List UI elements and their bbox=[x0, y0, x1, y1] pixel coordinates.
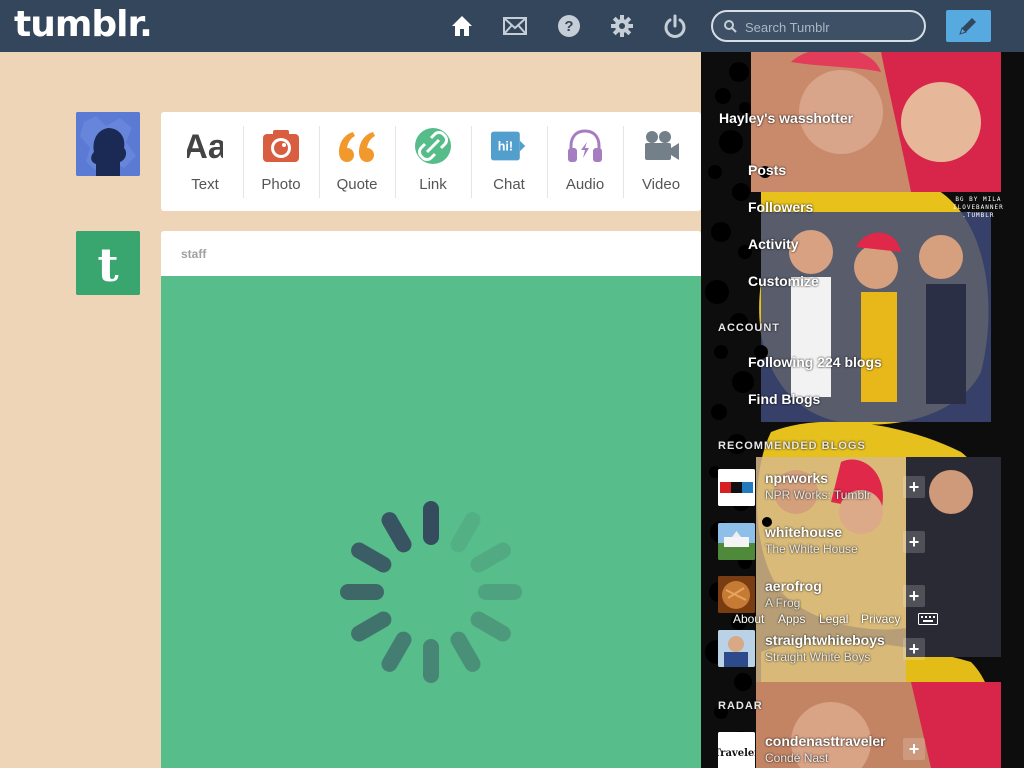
blog-name[interactable]: straightwhiteboys bbox=[765, 632, 885, 648]
post-type-video[interactable]: Video bbox=[623, 112, 699, 211]
portrait-photo bbox=[718, 630, 755, 667]
video-camera-icon bbox=[645, 131, 679, 160]
sidebar-item-find-blogs[interactable]: Find Blogs bbox=[748, 391, 820, 407]
post-type-quote[interactable]: Quote bbox=[319, 112, 395, 211]
radar-heading: RADAR bbox=[718, 700, 763, 712]
settings-icon[interactable] bbox=[609, 13, 635, 39]
search-box[interactable] bbox=[711, 10, 926, 42]
link-icon bbox=[415, 128, 451, 164]
home-icon[interactable] bbox=[449, 13, 475, 39]
sidebar-blog-name[interactable]: Hayley's wasshotter bbox=[719, 110, 853, 126]
svg-text:Traveler: Traveler bbox=[718, 748, 755, 759]
dashboard-post: staff bbox=[161, 231, 701, 768]
search-icon bbox=[724, 20, 737, 33]
post-type-label: Photo bbox=[261, 176, 301, 193]
sidebar-item-posts[interactable]: Posts bbox=[748, 162, 786, 178]
post-type-text[interactable]: Aa Text bbox=[167, 112, 243, 211]
compose-button[interactable] bbox=[946, 10, 991, 42]
follow-plus-button[interactable]: + bbox=[903, 585, 925, 607]
account-heading: ACCOUNT bbox=[718, 322, 780, 334]
blog-name[interactable]: nprworks bbox=[765, 470, 828, 486]
post-type-link[interactable]: Link bbox=[395, 112, 471, 211]
post-type-label: Chat bbox=[493, 176, 525, 193]
sidebar: BG BY MILA ILOVEBANNER .TUMBLR Hayley's … bbox=[701, 52, 1024, 768]
footer-link-privacy[interactable]: Privacy bbox=[861, 612, 900, 626]
footer-link-about[interactable]: About bbox=[733, 612, 764, 626]
blog-thumb-straightwhiteboys[interactable] bbox=[718, 630, 755, 667]
sidebar-item-following[interactable]: Following 224 blogs bbox=[748, 354, 882, 370]
top-navbar: tumblr. ? bbox=[0, 0, 1024, 52]
blog-subtitle: The White House bbox=[765, 542, 858, 556]
blog-subtitle: A Frog bbox=[765, 596, 801, 610]
headphones-icon bbox=[568, 129, 602, 162]
post-type-label: Video bbox=[641, 176, 681, 193]
chat-icon: hi! bbox=[491, 131, 526, 161]
post-type-bar: Aa Text Photo Quote Link hi! Chat Audio … bbox=[161, 112, 701, 211]
follow-plus-button[interactable]: + bbox=[903, 476, 925, 498]
blog-name[interactable]: condenasttraveler bbox=[765, 733, 886, 749]
follow-plus-button[interactable]: + bbox=[903, 738, 925, 760]
camera-icon bbox=[263, 130, 299, 162]
search-input[interactable] bbox=[745, 18, 915, 36]
footer-link-legal[interactable]: Legal bbox=[819, 612, 848, 626]
blog-thumb-condenast[interactable]: Traveler bbox=[718, 732, 755, 768]
sidebar-item-followers[interactable]: Followers bbox=[748, 199, 813, 215]
user-avatar[interactable] bbox=[76, 112, 140, 176]
post-type-photo[interactable]: Photo bbox=[243, 112, 319, 211]
npr-logo bbox=[718, 469, 755, 506]
post-type-audio[interactable]: Audio bbox=[547, 112, 623, 211]
post-type-label: Text bbox=[191, 176, 219, 193]
whitehouse-photo bbox=[718, 523, 755, 560]
svg-text:Aa: Aa bbox=[187, 128, 223, 164]
post-type-label: Quote bbox=[336, 176, 378, 193]
help-icon[interactable]: ? bbox=[556, 13, 582, 39]
pencil-icon bbox=[959, 18, 976, 35]
svg-text:?: ? bbox=[564, 18, 573, 35]
post-type-chat[interactable]: hi! Chat bbox=[471, 112, 547, 211]
tumblr-t-icon: t bbox=[76, 231, 140, 295]
sidebar-item-activity[interactable]: Activity bbox=[748, 236, 799, 252]
svg-text:t: t bbox=[97, 238, 119, 292]
blog-subtitle: NPR Works: Tumblr bbox=[765, 488, 871, 502]
staff-avatar[interactable]: t bbox=[76, 231, 140, 295]
blog-subtitle: Straight White Boys bbox=[765, 650, 871, 664]
post-type-label: Link bbox=[419, 176, 447, 193]
keyboard-icon[interactable] bbox=[918, 613, 938, 625]
text-icon: Aa bbox=[187, 128, 223, 164]
blog-subtitle: Condé Nast bbox=[765, 751, 829, 765]
tumblr-logo[interactable]: tumblr. bbox=[14, 4, 153, 45]
background-credit: BG BY MILA ILOVEBANNER .TUMBLR bbox=[953, 196, 1004, 219]
loading-spinner-icon bbox=[340, 501, 522, 683]
follow-plus-button[interactable]: + bbox=[903, 638, 925, 660]
blog-name[interactable]: whitehouse bbox=[765, 524, 842, 540]
blog-thumb-npr[interactable] bbox=[718, 469, 755, 506]
mail-icon[interactable] bbox=[502, 13, 528, 39]
default-avatar-silhouette bbox=[76, 112, 140, 176]
blog-thumb-aerofrog[interactable] bbox=[718, 576, 755, 613]
svg-text:hi!: hi! bbox=[498, 140, 513, 154]
post-media[interactable] bbox=[161, 276, 701, 768]
blog-thumb-whitehouse[interactable] bbox=[718, 523, 755, 560]
follow-plus-button[interactable]: + bbox=[903, 531, 925, 553]
quote-icon bbox=[339, 132, 375, 162]
traveler-logo: Traveler bbox=[718, 732, 755, 768]
footer-link-apps[interactable]: Apps bbox=[778, 612, 805, 626]
post-author[interactable]: staff bbox=[181, 247, 206, 261]
recommended-heading: RECOMMENDED BLOGS bbox=[718, 440, 866, 452]
blog-name[interactable]: aerofrog bbox=[765, 578, 822, 594]
bread-photo bbox=[718, 576, 755, 613]
power-icon[interactable] bbox=[662, 13, 688, 39]
post-type-label: Audio bbox=[565, 176, 605, 193]
sidebar-item-customize[interactable]: Customize bbox=[748, 273, 819, 289]
